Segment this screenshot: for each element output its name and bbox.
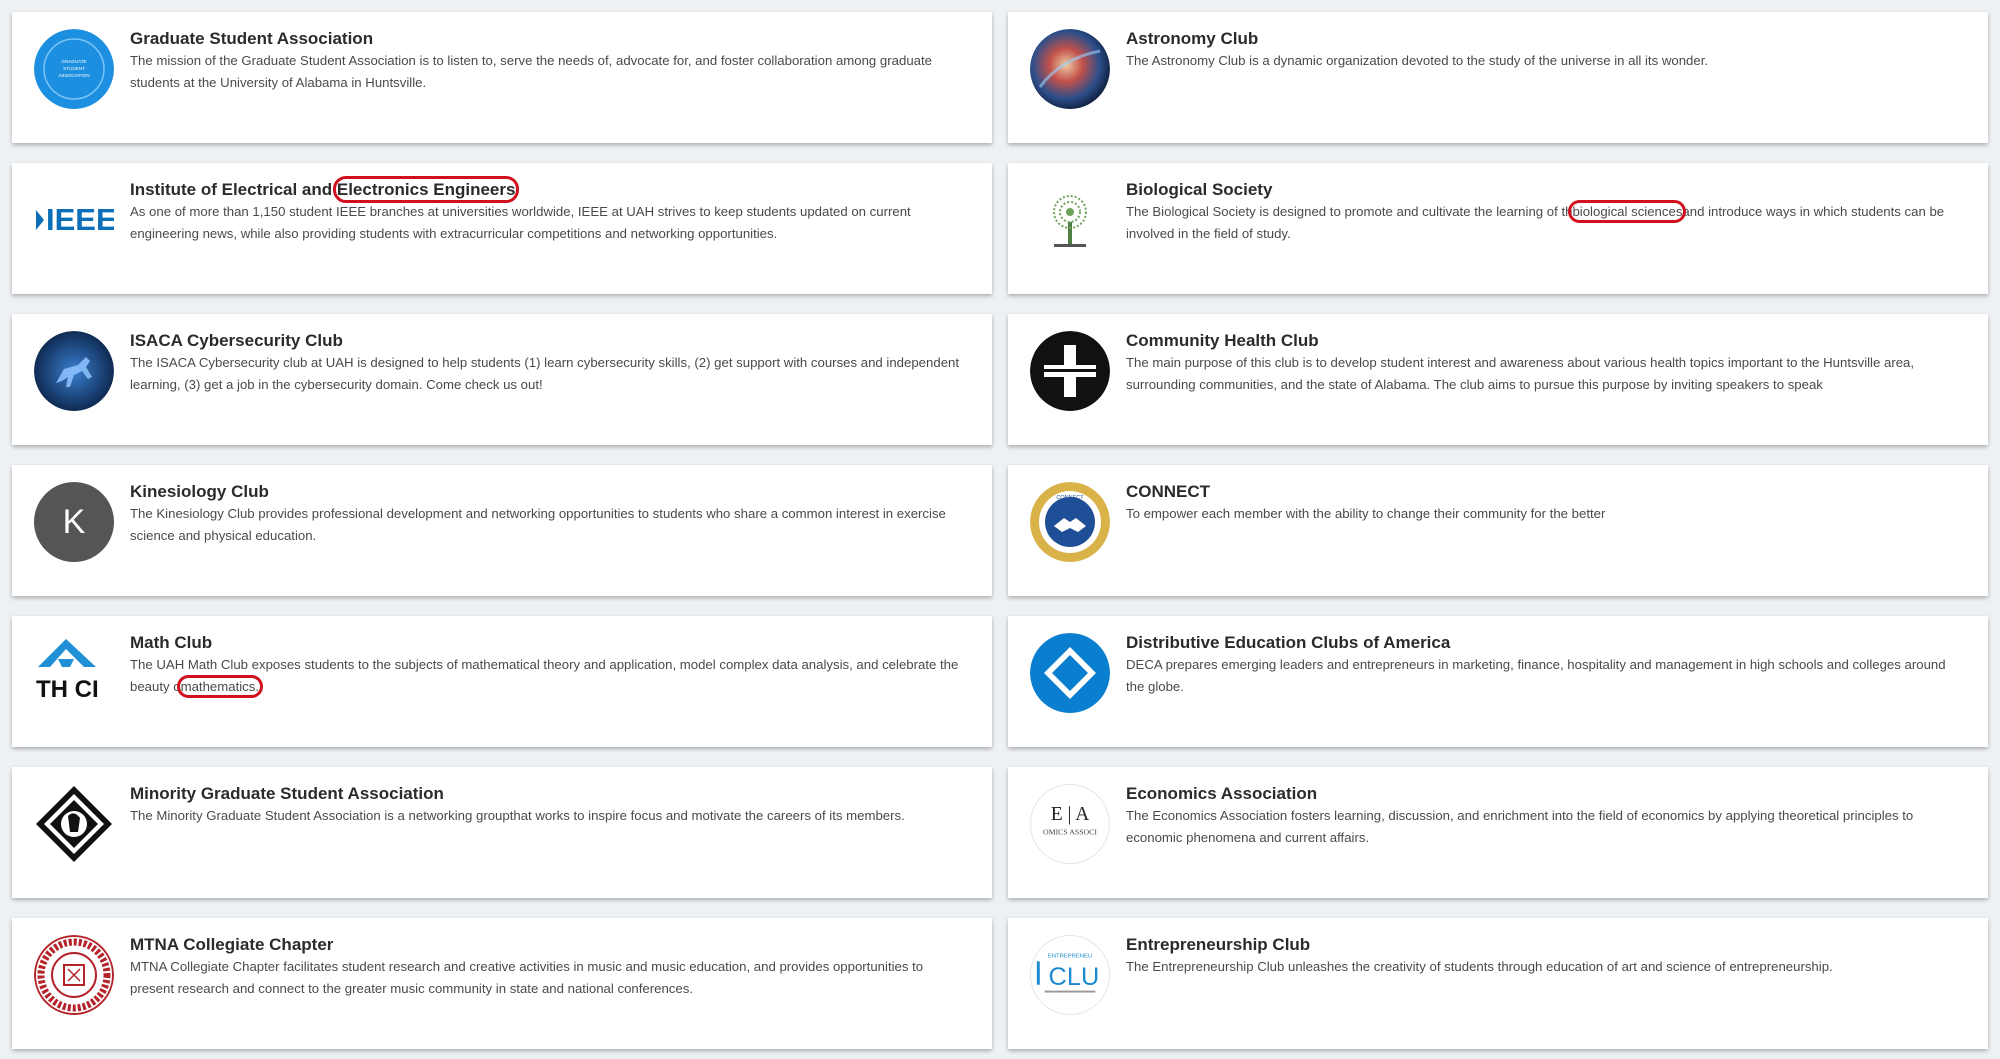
org-card-connect[interactable]: CONNECT CONNECT To empower each member w… xyxy=(1008,465,1988,596)
org-card-text: Entrepreneurship Club The Entrepreneursh… xyxy=(1126,934,1960,978)
org-card-text: MTNA Collegiate Chapter MTNA Collegiate … xyxy=(130,934,964,1000)
org-card-community-health-club[interactable]: Community Health Club The main purpose o… xyxy=(1008,314,1988,445)
org-name[interactable]: Astronomy Club xyxy=(1126,28,1960,50)
org-name[interactable]: Math Club xyxy=(130,632,964,654)
org-card-text: ISACA Cybersecurity Club The ISACA Cyber… xyxy=(130,330,964,396)
org-description: The Kinesiology Club provides profession… xyxy=(130,506,946,543)
org-card-text: Minority Graduate Student Association Th… xyxy=(130,783,964,827)
nebula-icon xyxy=(1030,29,1110,109)
org-card-text: CONNECT To empower each member with the … xyxy=(1126,481,1960,525)
ieee-logo-icon: IEEE xyxy=(34,180,114,260)
ieee-logo-text: IEEE xyxy=(46,202,114,237)
org-name[interactable]: Entrepreneurship Club xyxy=(1126,934,1960,956)
org-card-graduate-student-association[interactable]: GRADUATE STUDENT ASSOCIATION Graduate St… xyxy=(12,12,992,143)
org-description: To empower each member with the ability … xyxy=(1126,506,1606,521)
organization-grid: GRADUATE STUDENT ASSOCIATION Graduate St… xyxy=(12,12,1988,1049)
org-description: The Minority Graduate Student Associatio… xyxy=(130,808,905,823)
org-card-text: Economics Association The Economics Asso… xyxy=(1126,783,1960,849)
handshake-icon: CONNECT xyxy=(1030,482,1110,562)
org-card-minority-graduate-student-association[interactable]: Minority Graduate Student Association Th… xyxy=(12,767,992,898)
org-name[interactable]: Graduate Student Association xyxy=(130,28,964,50)
description-part: The Biological Society is designed to pr… xyxy=(1126,204,1573,219)
ea-logo-icon: E | A OMICS ASSOCI xyxy=(1030,784,1110,864)
org-name[interactable]: Community Health Club xyxy=(1126,330,1960,352)
ea-logo-subtext: OMICS ASSOCI xyxy=(1043,828,1097,837)
org-description: The Economics Association fosters learni… xyxy=(1126,808,1914,845)
org-card-deca[interactable]: Distributive Education Clubs of America … xyxy=(1008,616,1988,747)
org-card-text: Math Club The UAH Math Club exposes stud… xyxy=(130,632,964,698)
org-card-text: Community Health Club The main purpose o… xyxy=(1126,330,1960,396)
math-logo-text: TH CI xyxy=(36,676,99,703)
org-description: The Biological Society is designed to pr… xyxy=(1126,200,1960,245)
clu-logo-icon: ENTREPRENEU CLU xyxy=(1030,935,1110,1015)
org-card-entrepreneurship-club[interactable]: ENTREPRENEU CLU Entrepreneurship Club Th… xyxy=(1008,918,1988,1049)
connect-logo-text: CONNECT xyxy=(1056,495,1084,501)
org-card-kinesiology-club[interactable]: K Kinesiology Club The Kinesiology Club … xyxy=(12,465,992,596)
org-card-text: Astronomy Club The Astronomy Club is a d… xyxy=(1126,28,1960,72)
org-name[interactable]: Kinesiology Club xyxy=(130,481,964,503)
ea-logo-text: E | A xyxy=(1051,804,1090,825)
highlighted-term: mathematics. xyxy=(176,675,264,698)
org-name[interactable]: Economics Association xyxy=(1126,783,1960,805)
org-card-isaca-cybersecurity-club[interactable]: ISACA Cybersecurity Club The ISACA Cyber… xyxy=(12,314,992,445)
diamond-icon xyxy=(1030,633,1110,713)
org-name[interactable]: Institute of Electrical and Electronics … xyxy=(130,176,964,203)
math-club-logo-icon: TH CI xyxy=(34,633,114,713)
mtna-seal-icon xyxy=(34,935,114,1015)
org-card-text: Biological Society The Biological Societ… xyxy=(1126,179,1960,245)
org-card-text: Distributive Education Clubs of America … xyxy=(1126,632,1960,698)
org-name[interactable]: Biological Society xyxy=(1126,179,1960,201)
org-card-text: Institute of Electrical and Electronics … xyxy=(130,176,964,245)
org-card-astronomy-club[interactable]: Astronomy Club The Astronomy Club is a d… xyxy=(1008,12,1988,143)
org-description: As one of more than 1,150 student IEEE b… xyxy=(130,204,911,241)
horse-icon xyxy=(34,331,114,411)
gsa-logo-text: GRADUATE xyxy=(61,59,86,64)
org-card-text: Kinesiology Club The Kinesiology Club pr… xyxy=(130,481,964,547)
highlighted-term: biological sciences xyxy=(1568,200,1687,223)
gsa-seal-icon: GRADUATE STUDENT ASSOCIATION xyxy=(34,29,114,109)
org-description: The Astronomy Club is a dynamic organiza… xyxy=(1126,53,1709,68)
org-card-ieee[interactable]: IEEE Institute of Electrical and Electro… xyxy=(12,163,992,294)
tree-icon xyxy=(1030,180,1110,260)
org-name[interactable]: CONNECT xyxy=(1126,481,1960,503)
highlighted-term: Electronics Engineers xyxy=(332,176,520,203)
svg-text:STUDENT: STUDENT xyxy=(63,66,85,71)
org-card-text: Graduate Student Association The mission… xyxy=(130,28,964,94)
org-description: The UAH Math Club exposes students to th… xyxy=(130,654,964,698)
org-name-part: Institute of Electrical and xyxy=(130,180,337,199)
org-card-economics-association[interactable]: E | A OMICS ASSOCI Economics Association… xyxy=(1008,767,1988,898)
org-description: The main purpose of this club is to deve… xyxy=(1126,355,1915,392)
svg-text:ASSOCIATION: ASSOCIATION xyxy=(58,73,89,78)
org-name[interactable]: ISACA Cybersecurity Club xyxy=(130,330,964,352)
org-description: MTNA Collegiate Chapter facilitates stud… xyxy=(130,959,924,996)
letter-avatar-icon: K xyxy=(34,482,114,562)
org-description: The Entrepreneurship Club unleashes the … xyxy=(1126,959,1833,974)
avatar-letter: K xyxy=(62,502,86,541)
org-card-biological-society[interactable]: Biological Society The Biological Societ… xyxy=(1008,163,1988,294)
cross-icon xyxy=(1030,331,1110,411)
mgsa-diamond-icon xyxy=(34,784,114,864)
org-description: DECA prepares emerging leaders and entre… xyxy=(1126,657,1946,694)
clu-logo-text: CLU xyxy=(1049,963,1100,991)
clu-logo-subtext: ENTREPRENEU xyxy=(1048,953,1092,959)
org-description: The mission of the Graduate Student Asso… xyxy=(130,53,932,90)
org-description: The ISACA Cybersecurity club at UAH is d… xyxy=(130,355,960,392)
org-card-mtna-collegiate-chapter[interactable]: MTNA Collegiate Chapter MTNA Collegiate … xyxy=(12,918,992,1049)
org-name[interactable]: Distributive Education Clubs of America xyxy=(1126,632,1960,654)
org-card-math-club[interactable]: TH CI Math Club The UAH Math Club expose… xyxy=(12,616,992,747)
org-name[interactable]: Minority Graduate Student Association xyxy=(130,783,964,805)
org-name[interactable]: MTNA Collegiate Chapter xyxy=(130,934,964,956)
